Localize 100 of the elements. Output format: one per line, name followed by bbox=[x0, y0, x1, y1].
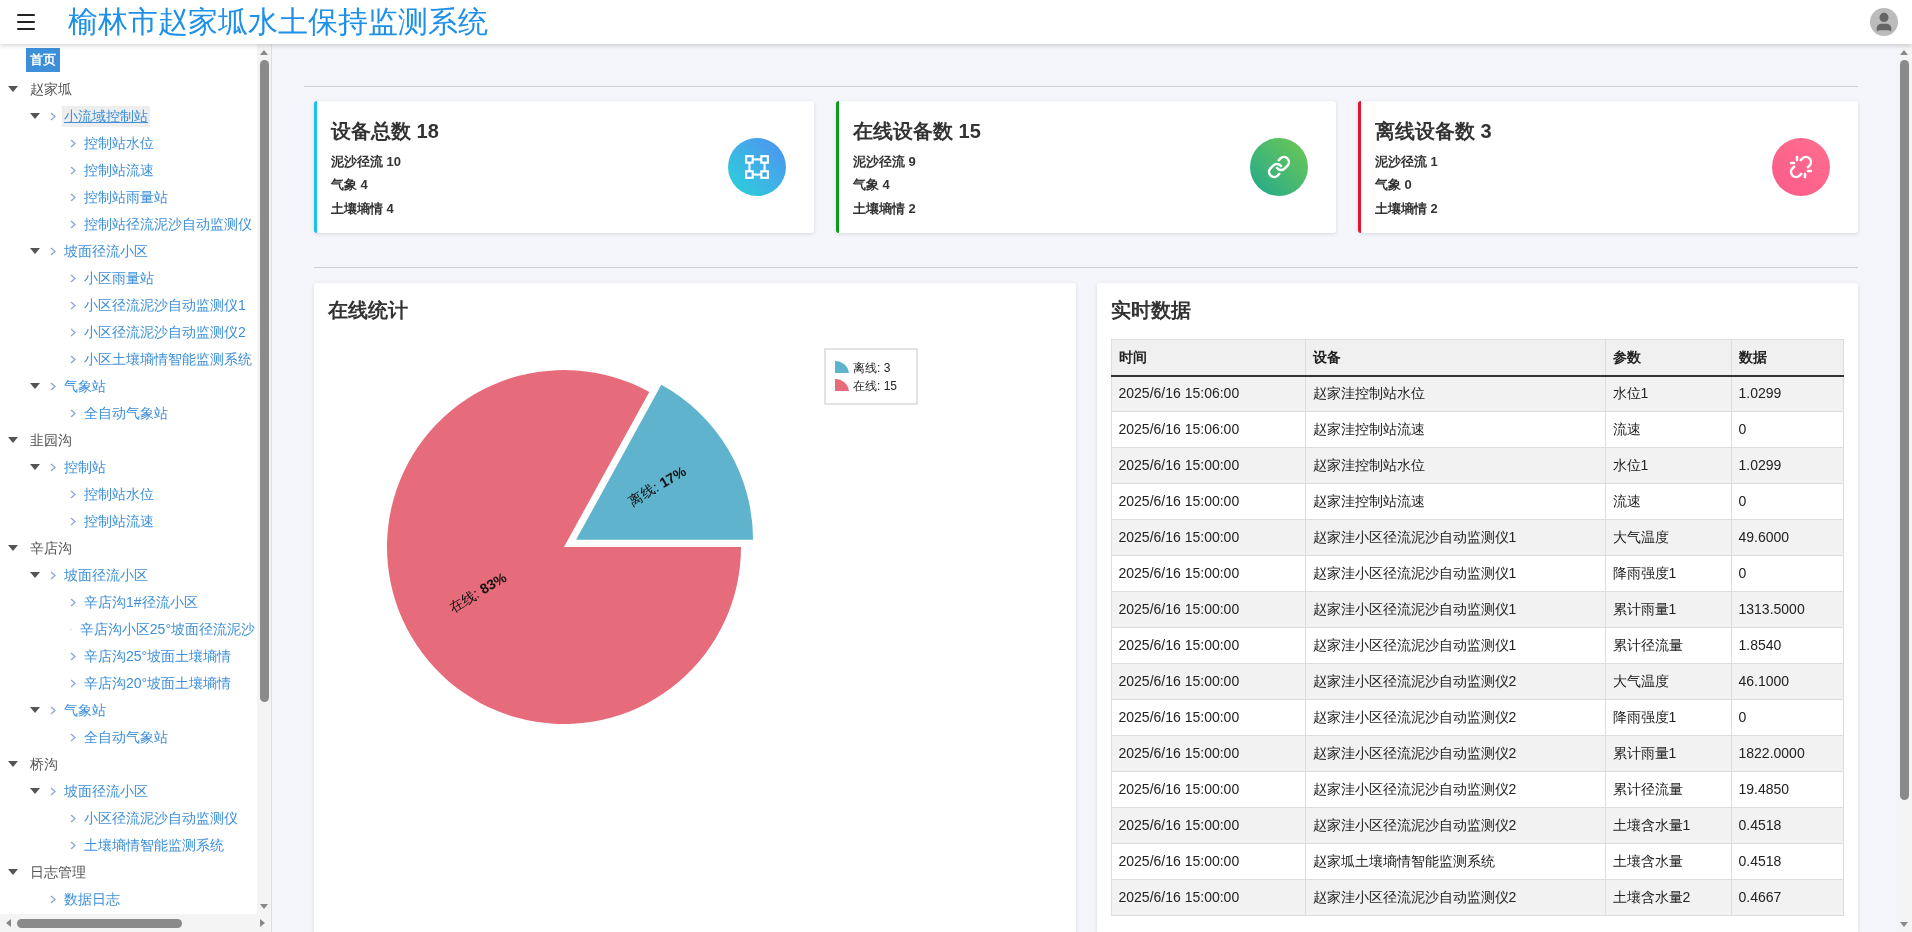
tree-item[interactable]: 赵家坬 bbox=[28, 78, 74, 100]
table-cell: 赵家洼控制站水位 bbox=[1305, 375, 1605, 412]
tree-item[interactable]: 小区径流泥沙自动监测仪 bbox=[82, 807, 240, 829]
chevron-icon bbox=[50, 111, 56, 121]
chevron-icon bbox=[70, 651, 76, 661]
tree-item[interactable]: 全自动气象站 bbox=[82, 402, 170, 424]
tree-item[interactable]: 小区土壤墒情智能监测系统 bbox=[82, 348, 254, 370]
tree-item[interactable]: 辛店沟1#径流小区 bbox=[82, 591, 200, 613]
table-cell: 1.0299 bbox=[1731, 447, 1844, 484]
table-cell: 累计径流量 bbox=[1605, 627, 1731, 664]
column-header: 参数 bbox=[1605, 339, 1731, 376]
table-cell: 土壤含水量 bbox=[1605, 843, 1731, 880]
tree-item[interactable]: 辛店沟小区25°坡面径流泥沙 bbox=[77, 618, 257, 640]
tree-item[interactable]: 控制站流速 bbox=[82, 510, 156, 532]
tree-item[interactable]: 气象站 bbox=[62, 699, 108, 721]
collapse-triangle-icon[interactable] bbox=[8, 761, 18, 767]
column-header: 设备 bbox=[1305, 339, 1605, 376]
tree-item[interactable]: 辛店沟20°坡面土壤墒情 bbox=[82, 672, 234, 694]
chevron-icon bbox=[70, 273, 76, 283]
collapse-triangle-icon[interactable] bbox=[30, 464, 40, 470]
tree-item[interactable]: 辛店沟 bbox=[28, 537, 74, 559]
table-cell: 1313.5000 bbox=[1731, 591, 1844, 628]
table-cell: 赵家洼控制站水位 bbox=[1305, 447, 1605, 484]
table-cell: 赵家洼小区径流泥沙自动监测仪1 bbox=[1305, 591, 1605, 628]
table-cell: 2025/6/16 15:00:00 bbox=[1111, 879, 1305, 916]
card-title: 离线设备数 3 bbox=[1375, 118, 1493, 144]
collapse-triangle-icon[interactable] bbox=[30, 383, 40, 389]
table-cell: 赵家洼小区径流泥沙自动监测仪2 bbox=[1305, 771, 1605, 808]
table-cell: 赵家洼小区径流泥沙自动监测仪2 bbox=[1305, 879, 1605, 916]
chevron-icon bbox=[50, 570, 56, 580]
table-cell: 赵家洼小区径流泥沙自动监测仪2 bbox=[1305, 699, 1605, 736]
chevron-icon bbox=[50, 381, 56, 391]
chevron-icon bbox=[70, 300, 76, 310]
chevron-icon bbox=[70, 165, 76, 175]
tree-item[interactable]: 控制站流速 bbox=[82, 159, 156, 181]
table-cell: 0 bbox=[1731, 555, 1844, 592]
collapse-triangle-icon[interactable] bbox=[30, 707, 40, 713]
chevron-icon bbox=[70, 732, 76, 742]
collapse-triangle-icon[interactable] bbox=[8, 545, 18, 551]
collapse-triangle-icon[interactable] bbox=[30, 572, 40, 578]
table-cell: 46.1000 bbox=[1731, 663, 1844, 700]
collapse-triangle-icon[interactable] bbox=[8, 86, 18, 92]
collapse-triangle-icon[interactable] bbox=[8, 437, 18, 443]
collapse-triangle-icon[interactable] bbox=[8, 869, 18, 875]
tree-item[interactable]: 气象站 bbox=[62, 375, 108, 397]
tree-item[interactable]: 全自动气象站 bbox=[82, 726, 170, 748]
table-cell: 2025/6/16 15:00:00 bbox=[1111, 843, 1305, 880]
table-cell: 赵家洼小区径流泥沙自动监测仪2 bbox=[1305, 735, 1605, 772]
tree-item[interactable]: 桥沟 bbox=[28, 753, 60, 775]
tree-item[interactable]: 小区径流泥沙自动监测仪2 bbox=[82, 321, 248, 343]
tree-item[interactable]: 控制站径流泥沙自动监测仪 bbox=[82, 213, 254, 235]
chevron-icon bbox=[70, 678, 76, 688]
tree-item[interactable]: 韭园沟 bbox=[28, 429, 74, 451]
table-cell: 赵家坬土壤墒情智能监测系统 bbox=[1305, 843, 1605, 880]
tree-item[interactable]: 坡面径流小区 bbox=[62, 240, 150, 262]
tree-item[interactable]: 控制站水位 bbox=[82, 483, 156, 505]
table-cell: 累计雨量1 bbox=[1605, 591, 1731, 628]
tree-item[interactable]: 控制站雨量站 bbox=[82, 186, 170, 208]
table-cell: 2025/6/16 15:00:00 bbox=[1111, 591, 1305, 628]
column-header: 时间 bbox=[1111, 339, 1305, 376]
home-tab[interactable]: 首页 bbox=[26, 48, 60, 72]
vertical-scrollbar[interactable] bbox=[257, 44, 271, 914]
collapse-triangle-icon[interactable] bbox=[30, 113, 40, 119]
table-cell: 2025/6/16 15:00:00 bbox=[1111, 735, 1305, 772]
page-scrollbar[interactable] bbox=[1896, 44, 1912, 932]
unlink-icon bbox=[1772, 138, 1830, 196]
chevron-icon bbox=[70, 408, 76, 418]
chevron-icon bbox=[50, 786, 56, 796]
tree-item[interactable]: 日志管理 bbox=[28, 861, 88, 883]
tree-item[interactable]: 数据日志 bbox=[62, 888, 122, 910]
table-cell: 2025/6/16 15:00:00 bbox=[1111, 663, 1305, 700]
tree-item[interactable]: 坡面径流小区 bbox=[62, 564, 150, 586]
tree-item[interactable]: 小流域控制站 bbox=[62, 105, 150, 127]
collapse-triangle-icon[interactable] bbox=[30, 248, 40, 254]
table-cell: 0 bbox=[1731, 411, 1844, 448]
table-cell: 大气温度 bbox=[1605, 519, 1731, 556]
tree-item[interactable]: 辛店沟25°坡面土壤墒情 bbox=[82, 645, 234, 667]
table-cell: 赵家洼小区径流泥沙自动监测仪1 bbox=[1305, 555, 1605, 592]
table-cell: 19.4850 bbox=[1731, 771, 1844, 808]
tree-item[interactable]: 坡面径流小区 bbox=[62, 780, 150, 802]
tree-item[interactable]: 小区雨量站 bbox=[82, 267, 156, 289]
collapse-triangle-icon[interactable] bbox=[30, 788, 40, 794]
chevron-icon bbox=[70, 489, 76, 499]
legend-label: 离线: 3 bbox=[853, 361, 891, 375]
tree-item[interactable]: 小区径流泥沙自动监测仪1 bbox=[82, 294, 248, 316]
tree-item[interactable]: 控制站水位 bbox=[82, 132, 156, 154]
table-cell: 赵家洼控制站流速 bbox=[1305, 483, 1605, 520]
tree-item[interactable]: 控制站 bbox=[62, 456, 108, 478]
user-avatar[interactable] bbox=[1870, 8, 1898, 36]
card-stat: 泥沙径流 9 bbox=[853, 152, 917, 171]
table-cell: 赵家洼控制站流速 bbox=[1305, 411, 1605, 448]
tree-item[interactable]: 土壤墒情智能监测系统 bbox=[82, 834, 226, 856]
chevron-icon bbox=[70, 327, 76, 337]
table-cell: 0 bbox=[1731, 699, 1844, 736]
horizontal-scrollbar[interactable] bbox=[0, 914, 271, 932]
legend-label: 在线: 15 bbox=[853, 379, 897, 393]
table-cell: 2025/6/16 15:00:00 bbox=[1111, 447, 1305, 484]
table-cell: 2025/6/16 15:06:00 bbox=[1111, 375, 1305, 412]
table-cell: 赵家洼小区径流泥沙自动监测仪2 bbox=[1305, 663, 1605, 700]
card-stat: 气象 0 bbox=[1375, 176, 1413, 195]
